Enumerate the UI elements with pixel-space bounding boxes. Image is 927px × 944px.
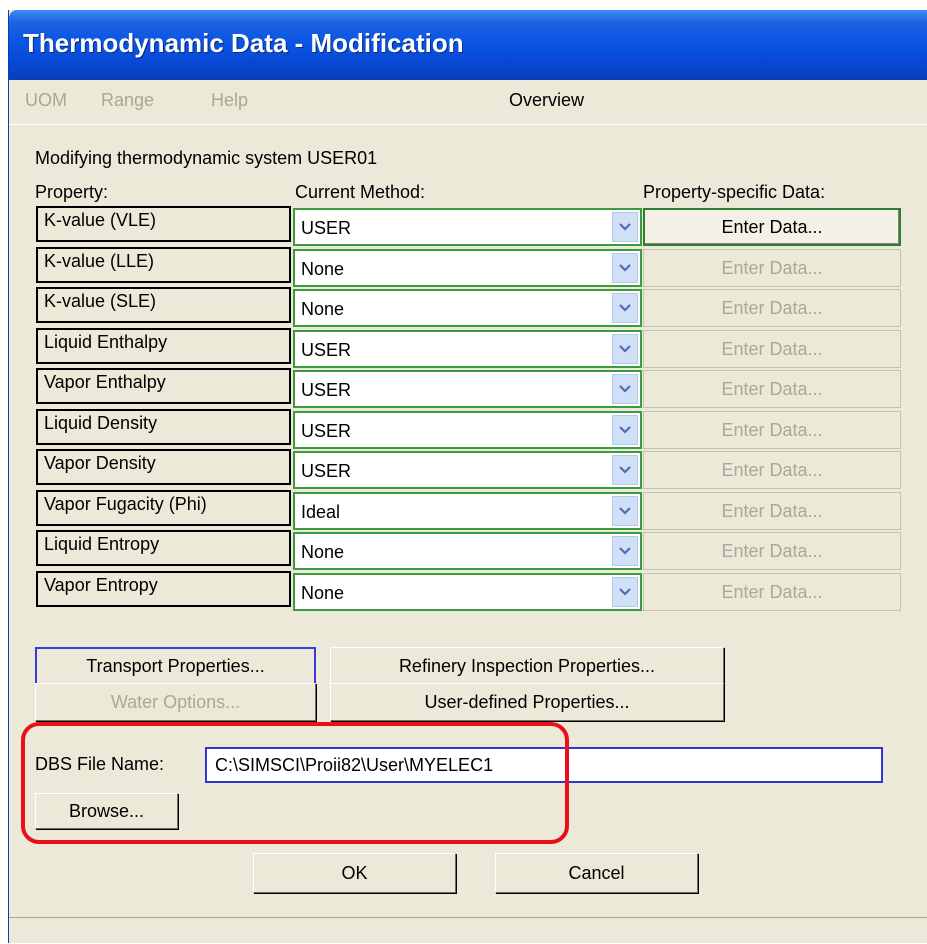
- user-defined-properties-button[interactable]: User-defined Properties...: [330, 683, 724, 721]
- property-label: K-value (VLE): [36, 206, 291, 242]
- transport-properties-button[interactable]: Transport Properties...: [35, 647, 316, 685]
- property-label: Liquid Enthalpy: [36, 328, 291, 364]
- chevron-down-icon[interactable]: [612, 415, 638, 445]
- property-column-header: Property:: [35, 182, 109, 202]
- menu-range[interactable]: Range: [101, 90, 154, 111]
- menu-overview[interactable]: Overview: [509, 90, 584, 111]
- enter-data-button[interactable]: Enter Data...: [643, 208, 901, 246]
- modifying-label: Modifying thermodynamic system USER01: [35, 148, 378, 168]
- chevron-down-icon[interactable]: [612, 577, 638, 607]
- method-select[interactable]: None: [293, 289, 642, 327]
- dialog-window: Thermodynamic Data - Modification UOM Ra…: [8, 10, 927, 943]
- property-label: Liquid Density: [36, 409, 291, 445]
- method-select[interactable]: USER: [293, 451, 642, 489]
- method-value: None: [301, 542, 345, 562]
- method-value: Ideal: [301, 502, 341, 522]
- method-select[interactable]: USER: [293, 411, 642, 449]
- enter-data-button[interactable]: Enter Data...: [643, 451, 901, 489]
- property-label: Vapor Entropy: [36, 571, 291, 607]
- method-select[interactable]: None: [293, 249, 642, 287]
- property-label: Liquid Entropy: [36, 530, 291, 566]
- method-value: USER: [301, 380, 352, 400]
- enter-data-button[interactable]: Enter Data...: [643, 532, 901, 570]
- menu-divider: [9, 124, 927, 125]
- refinery-inspection-button[interactable]: Refinery Inspection Properties...: [330, 647, 724, 685]
- enter-data-button[interactable]: Enter Data...: [643, 411, 901, 449]
- method-value: None: [301, 583, 345, 603]
- method-select[interactable]: None: [293, 532, 642, 570]
- chevron-down-icon[interactable]: [612, 374, 638, 404]
- method-select[interactable]: USER: [293, 330, 642, 368]
- status-bar: [9, 917, 927, 944]
- enter-data-button[interactable]: Enter Data...: [643, 370, 901, 408]
- method-select[interactable]: USER: [293, 208, 642, 246]
- chevron-down-icon[interactable]: [612, 212, 638, 242]
- property-label: K-value (LLE): [36, 247, 291, 283]
- method-select[interactable]: None: [293, 573, 642, 611]
- cancel-button[interactable]: Cancel: [495, 853, 698, 893]
- method-value: USER: [301, 340, 352, 360]
- menu-bar: UOM Range Help Overview: [9, 80, 927, 125]
- method-value: None: [301, 299, 345, 319]
- window-title: Thermodynamic Data - Modification: [23, 28, 464, 58]
- method-value: USER: [301, 461, 352, 481]
- chevron-down-icon[interactable]: [612, 253, 638, 283]
- water-options-button[interactable]: Water Options...: [35, 683, 316, 721]
- chevron-down-icon[interactable]: [612, 496, 638, 526]
- method-value: None: [301, 259, 345, 279]
- method-column-header: Current Method:: [295, 182, 426, 202]
- chevron-down-icon[interactable]: [612, 536, 638, 566]
- chevron-down-icon[interactable]: [612, 334, 638, 364]
- highlight-annotation: [21, 722, 569, 844]
- data-column-header: Property-specific Data:: [643, 182, 826, 202]
- property-label: K-value (SLE): [36, 287, 291, 323]
- menu-help[interactable]: Help: [211, 90, 248, 111]
- title-bar[interactable]: Thermodynamic Data - Modification: [9, 10, 927, 80]
- method-value: USER: [301, 218, 352, 238]
- method-select[interactable]: USER: [293, 370, 642, 408]
- enter-data-button[interactable]: Enter Data...: [643, 249, 901, 287]
- property-label: Vapor Enthalpy: [36, 368, 291, 404]
- enter-data-button[interactable]: Enter Data...: [643, 289, 901, 327]
- property-label: Vapor Density: [36, 449, 291, 485]
- chevron-down-icon[interactable]: [612, 293, 638, 323]
- method-select[interactable]: Ideal: [293, 492, 642, 530]
- enter-data-button[interactable]: Enter Data...: [643, 330, 901, 368]
- enter-data-button[interactable]: Enter Data...: [643, 492, 901, 530]
- menu-uom[interactable]: UOM: [25, 90, 67, 111]
- property-label: Vapor Fugacity (Phi): [36, 490, 291, 526]
- method-value: USER: [301, 421, 352, 441]
- ok-button[interactable]: OK: [253, 853, 456, 893]
- chevron-down-icon[interactable]: [612, 455, 638, 485]
- enter-data-button[interactable]: Enter Data...: [643, 573, 901, 611]
